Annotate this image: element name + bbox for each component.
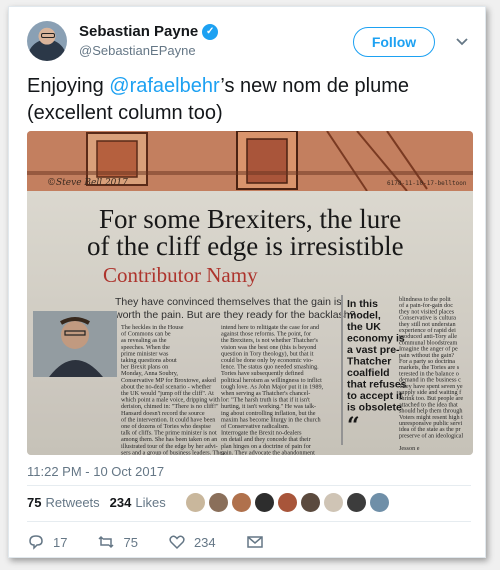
liker-avatar[interactable] xyxy=(323,493,343,512)
chevron-down-icon[interactable] xyxy=(455,35,469,49)
retweets-stat[interactable]: 75 Retweets xyxy=(27,495,100,510)
heart-icon[interactable] xyxy=(168,533,186,551)
like-count: 234 xyxy=(193,534,216,550)
divider xyxy=(27,485,471,486)
mention-link[interactable]: @rafaelbehr xyxy=(109,75,220,97)
tweet-text: Enjoying @rafaelbehr’s new nom de plume … xyxy=(27,73,467,127)
user-handle[interactable]: @SebastianEPayne xyxy=(79,43,218,58)
liker-avatar[interactable] xyxy=(300,493,320,512)
likes-label[interactable]: Likes xyxy=(135,495,165,510)
retweet-action[interactable]: 75 xyxy=(97,533,138,551)
liker-avatar[interactable] xyxy=(346,493,366,512)
tweet-text-before: Enjoying xyxy=(27,75,110,97)
reply-action[interactable]: 17 xyxy=(27,533,67,551)
tweet-media-photo[interactable]: ©Steve Bell 2017 6178-11-10-17-belltoon … xyxy=(27,131,473,455)
liker-avatar[interactable] xyxy=(254,493,274,512)
liker-avatar[interactable] xyxy=(208,493,228,512)
newspaper-photo: ©Steve Bell 2017 6178-11-10-17-belltoon … xyxy=(27,131,473,455)
cartoon-code: 6178-11-10-17-belltoon xyxy=(387,180,467,187)
liker-avatar[interactable] xyxy=(277,493,297,512)
retweet-icon[interactable] xyxy=(97,533,115,551)
retweet-count: 75 xyxy=(123,534,138,550)
liker-avatars xyxy=(185,493,389,512)
tweet-stats: 75 Retweets 234 Likes xyxy=(27,493,389,512)
likes-count[interactable]: 234 xyxy=(110,495,132,510)
reply-count: 17 xyxy=(53,534,68,550)
likes-stat[interactable]: 234 Likes xyxy=(110,495,166,510)
user-name-block[interactable]: Sebastian Payne ✓ @SebastianEPayne xyxy=(79,23,219,58)
tweet-actions: 17 75 234 xyxy=(27,533,294,551)
direct-message-action[interactable] xyxy=(246,533,264,551)
cartoon-caption: ©Steve Bell 2017 xyxy=(47,178,128,188)
like-action[interactable]: 234 xyxy=(168,533,216,551)
envelope-icon[interactable] xyxy=(246,533,264,551)
divider xyxy=(27,521,471,522)
retweets-count[interactable]: 75 xyxy=(27,495,41,510)
liker-avatar[interactable] xyxy=(185,493,205,512)
reply-icon[interactable] xyxy=(27,533,45,551)
liker-avatar[interactable] xyxy=(369,493,389,512)
tweet-header: Sebastian Payne ✓ @SebastianEPayne Follo… xyxy=(27,21,471,65)
avatar[interactable] xyxy=(27,21,67,61)
display-name-text[interactable]: Sebastian Payne xyxy=(79,23,198,40)
follow-button[interactable]: Follow xyxy=(353,27,435,57)
display-name[interactable]: Sebastian Payne ✓ xyxy=(79,23,219,40)
tweet-card: Sebastian Payne ✓ @SebastianEPayne Follo… xyxy=(8,6,486,558)
tweet-timestamp[interactable]: 11:22 PM - 10 Oct 2017 xyxy=(27,464,164,479)
liker-avatar[interactable] xyxy=(231,493,251,512)
verified-badge-icon: ✓ xyxy=(202,23,219,40)
retweets-label[interactable]: Retweets xyxy=(45,495,99,510)
